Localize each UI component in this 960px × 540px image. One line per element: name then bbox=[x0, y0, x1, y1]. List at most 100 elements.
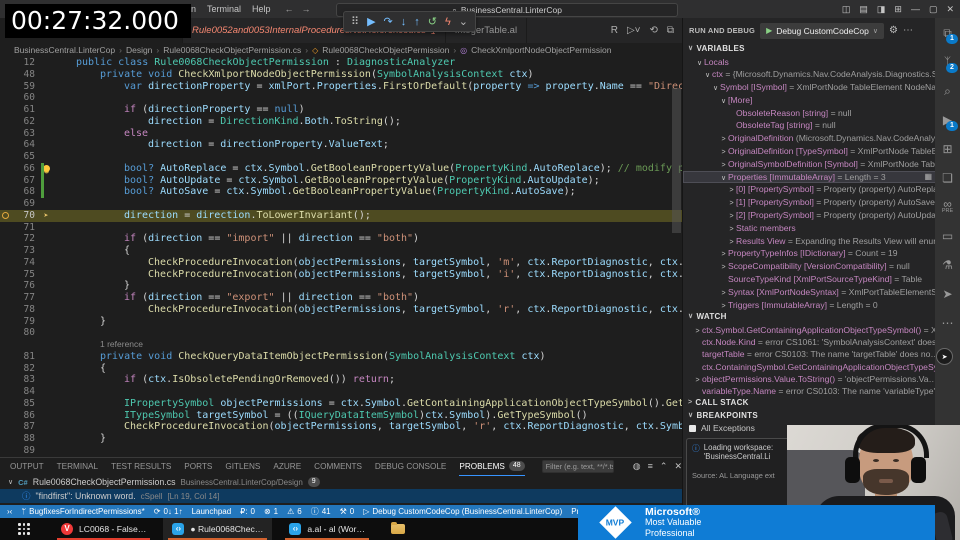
code-line[interactable]: 48 private void CheckXmlportNodeObjectPer… bbox=[0, 69, 682, 81]
code-line[interactable]: 60 bbox=[0, 92, 682, 104]
gutter-breakpoint[interactable] bbox=[0, 233, 11, 245]
variable-row[interactable]: > Triggers [ImmutableArray] = Length = 0 bbox=[683, 299, 936, 312]
variable-row[interactable]: > PropertyTypeInfos [IDictionary] = Count… bbox=[683, 247, 936, 260]
code-line[interactable]: 79} bbox=[0, 316, 682, 328]
status-errors[interactable]: ⊗ 1 bbox=[264, 507, 278, 516]
watch-row[interactable]: ctx.Node.Kind = error CS1061: 'SymbolAna… bbox=[683, 336, 936, 348]
panel-tab-comments[interactable]: COMMENTS bbox=[314, 458, 362, 475]
code-line[interactable]: 86 ITypeSymbol targetSymbol = ((IQueryDat… bbox=[0, 410, 682, 422]
panel-tab-ports[interactable]: PORTS bbox=[184, 458, 212, 475]
problem-row[interactable]: ⓘ "findfirst": Unknown word. cSpell [Ln … bbox=[0, 489, 682, 503]
code-line[interactable]: 1 reference bbox=[0, 339, 682, 351]
close-button[interactable]: ✕ bbox=[946, 4, 954, 15]
code-line[interactable]: 76} bbox=[0, 280, 682, 292]
code-line[interactable]: 87 CheckProcedureInvocation(objectPermiss… bbox=[0, 421, 682, 433]
checkbox[interactable] bbox=[689, 425, 696, 433]
variable-row[interactable]: > Static members bbox=[683, 222, 936, 235]
code-line[interactable]: 67 bool? AutoUpdate = ctx.Symbol.GetBoole… bbox=[0, 174, 682, 187]
layout-toggle-icon[interactable]: ◫ bbox=[842, 4, 851, 15]
watch-row[interactable]: > ctx.Symbol.GetContainingApplicationObje… bbox=[683, 324, 936, 336]
variable-row[interactable]: > [1] [PropertySymbol] = Property (proper… bbox=[683, 196, 936, 209]
view-binary-icon[interactable]: ▦ bbox=[924, 171, 932, 184]
gutter-breakpoint[interactable] bbox=[0, 163, 11, 175]
code-line[interactable]: 59 var directionProperty = xmlPort.Proper… bbox=[0, 81, 682, 93]
status-warnings[interactable]: ⚠ 6 bbox=[287, 507, 302, 516]
code-line[interactable]: 75 CheckProcedureInvocation(objectPermiss… bbox=[0, 269, 682, 281]
breadcrumb-item[interactable]: Rule0068CheckObjectPermission.cs bbox=[163, 45, 301, 55]
panel-tab-debug-console[interactable]: DEBUG CONSOLE bbox=[375, 458, 446, 475]
problems-filter-input[interactable]: Filter (e.g. text, **/*.ts, !**/n…▽ bbox=[541, 460, 614, 473]
continue-icon[interactable]: ▶ bbox=[367, 15, 375, 28]
watch-row[interactable]: variableType.Name = error CS0103: The na… bbox=[683, 385, 936, 397]
gutter-breakpoint[interactable] bbox=[0, 292, 11, 304]
gutter-breakpoint[interactable] bbox=[0, 433, 11, 445]
gutter-breakpoint[interactable] bbox=[0, 410, 11, 422]
gutter-breakpoint[interactable] bbox=[0, 280, 11, 292]
code-line[interactable]: 89 bbox=[0, 445, 682, 457]
nav-back-icon[interactable]: ← bbox=[284, 4, 293, 14]
watch-row[interactable]: targetTable = error CS0103: The name 'ta… bbox=[683, 348, 936, 360]
variable-row[interactable]: > ScopeCompatibility [VersionCompatibilit… bbox=[683, 260, 936, 273]
code-line[interactable]: 68 bool? AutoSave = ctx.Symbol.GetBoolean… bbox=[0, 186, 682, 198]
section-watch[interactable]: ∨ WATCH bbox=[683, 311, 936, 324]
gutter-breakpoint[interactable] bbox=[0, 116, 11, 128]
code-line[interactable]: 66 bool? AutoReplace = ctx.Symbol.GetBool… bbox=[0, 162, 682, 175]
section-variables[interactable]: ∨ VARIABLES bbox=[683, 43, 936, 56]
taskbar-vivaldi[interactable]: V LC0068 - False… bbox=[52, 518, 155, 540]
gutter-breakpoint[interactable] bbox=[0, 57, 11, 69]
disconnect-icon[interactable]: ϟ bbox=[445, 16, 451, 28]
watch-row[interactable]: > objectPermissions.Value.ToString() = 'o… bbox=[683, 373, 936, 385]
nav-forward-icon[interactable]: → bbox=[301, 4, 310, 14]
section-breakpoints[interactable]: ∨ BREAKPOINTS bbox=[683, 410, 936, 423]
gutter-breakpoint[interactable] bbox=[0, 304, 11, 316]
code-line[interactable]: 88} bbox=[0, 433, 682, 445]
gutter-breakpoint[interactable] bbox=[0, 81, 11, 93]
variable-row[interactable]: ∨ ctx = {Microsoft.Dynamics.Nav.CodeAnaly… bbox=[683, 68, 936, 81]
code-line[interactable]: 73 { bbox=[0, 245, 682, 257]
gutter-breakpoint[interactable] bbox=[0, 386, 11, 398]
variable-row[interactable]: > [0] [PropertySymbol] = Property (proper… bbox=[683, 183, 936, 196]
drag-handle-icon[interactable]: ⠿ bbox=[351, 15, 359, 28]
code-line[interactable]: 65 bbox=[0, 151, 682, 163]
gutter-breakpoint[interactable] bbox=[0, 257, 11, 269]
minimize-button[interactable]: — bbox=[911, 4, 920, 14]
code-line[interactable]: 12 public class Rule0068CheckObjectPermis… bbox=[0, 57, 682, 69]
code-line[interactable]: 78 CheckProcedureInvocation(objectPermiss… bbox=[0, 304, 682, 316]
gutter-breakpoint[interactable] bbox=[0, 186, 11, 198]
panel-action-icon[interactable]: ✕ bbox=[674, 461, 682, 472]
code-line[interactable]: 72 if (direction == "import" || direction… bbox=[0, 233, 682, 245]
panel-tab-problems[interactable]: PROBLEMS 48 bbox=[459, 458, 525, 476]
debug-config-dropdown[interactable]: ▶ Debug CustomCodeCop ∨ bbox=[760, 22, 884, 39]
search-icon[interactable]: ⌕ bbox=[935, 76, 960, 105]
layout-toggle-icon[interactable]: ◨ bbox=[877, 4, 886, 15]
codelens-references[interactable]: 1 reference bbox=[100, 339, 143, 349]
gutter-breakpoint[interactable] bbox=[0, 210, 11, 222]
code-editor[interactable]: 12 public class Rule0068CheckObjectPermis… bbox=[0, 57, 682, 457]
gutter-breakpoint[interactable] bbox=[0, 316, 11, 328]
gutter-breakpoint[interactable] bbox=[0, 92, 11, 104]
maximize-button[interactable]: ▢ bbox=[929, 4, 938, 15]
preview-icon[interactable]: ▭ bbox=[935, 221, 960, 250]
restart-icon[interactable]: ↺ bbox=[428, 15, 437, 28]
gutter-breakpoint[interactable] bbox=[0, 445, 11, 457]
gutter-breakpoint[interactable] bbox=[0, 398, 11, 410]
panel-tab-azure[interactable]: AZURE bbox=[273, 458, 301, 475]
variable-row[interactable]: ∨ Locals bbox=[683, 56, 936, 69]
panel-action-icon[interactable]: ⌃ bbox=[660, 461, 668, 472]
gutter-breakpoint[interactable] bbox=[0, 363, 11, 375]
editor-action-icon[interactable]: ▷˅ bbox=[627, 25, 641, 36]
breadcrumb-item[interactable]: Design bbox=[126, 45, 152, 55]
code-line[interactable]: 63 else bbox=[0, 128, 682, 140]
more-actions-icon[interactable]: ⌄ bbox=[459, 15, 468, 28]
variable-row[interactable]: ∨ [More] bbox=[683, 94, 936, 107]
variable-row[interactable]: ∨ Symbol [ISymbol] = XmlPortNode TableEle… bbox=[683, 81, 936, 94]
run-debug-icon[interactable]: ▶ 1 bbox=[935, 105, 960, 134]
gutter-breakpoint[interactable] bbox=[0, 151, 11, 163]
status-debug-status[interactable]: ▷ Debug CustomCodeCop (BusinessCentral.Li… bbox=[363, 507, 562, 516]
gutter-breakpoint[interactable] bbox=[0, 374, 11, 386]
gutter-breakpoint[interactable] bbox=[0, 175, 11, 187]
layout-toggle-icon[interactable]: ▤ bbox=[859, 4, 868, 15]
panel-action-icon[interactable]: ≡ bbox=[648, 461, 653, 472]
step-into-icon[interactable]: ↓ bbox=[401, 16, 407, 28]
code-line[interactable]: 71 bbox=[0, 222, 682, 234]
